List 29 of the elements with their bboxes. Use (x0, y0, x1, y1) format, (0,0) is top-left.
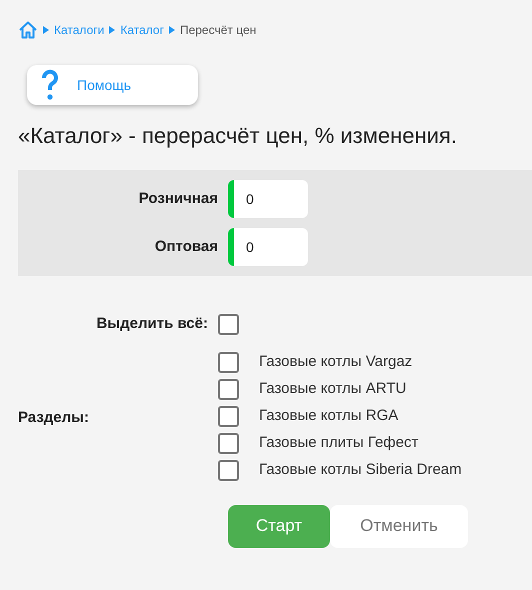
home-icon[interactable] (18, 20, 38, 40)
checkbox[interactable] (218, 378, 239, 400)
section-label: Газовые котлы ARTU (259, 378, 406, 399)
section-label: Газовые плиты Гефест (259, 432, 418, 453)
breadcrumb-link[interactable]: Каталог (120, 21, 164, 39)
section-label: Газовые котлы Vargaz (259, 352, 412, 372)
field-label: Оптовая (154, 236, 218, 257)
triangle-icon (109, 26, 116, 34)
help-button[interactable]: Помощь (27, 65, 198, 105)
start-button[interactable]: Старт (228, 504, 330, 548)
checkbox[interactable] (218, 406, 239, 426)
checkbox[interactable] (218, 460, 239, 480)
sections-label: Разделы: (17, 408, 90, 428)
field-label: Розничная (138, 188, 218, 209)
cancel-button[interactable]: Отменить (330, 504, 468, 548)
checkbox[interactable] (218, 432, 239, 454)
checkbox[interactable] (218, 314, 239, 335)
page-title: «Каталог» - перерасчёт цен, % изменения. (17, 122, 458, 150)
breadcrumb-link[interactable]: Каталоги (54, 21, 104, 39)
section-label: Газовые котлы Siberia Dream (259, 460, 462, 480)
triangle-icon (168, 26, 175, 34)
breadcrumb-current: Пересчёт цен (180, 22, 256, 39)
question-mark-icon (41, 69, 59, 101)
select-all-label: Выделить всё: (95, 314, 209, 334)
checkbox[interactable] (218, 352, 239, 372)
section-label: Газовые котлы RGA (259, 406, 398, 426)
percent-input[interactable]: 0 (228, 228, 308, 266)
percent-input[interactable]: 0 (228, 180, 308, 218)
triangle-icon (43, 26, 49, 34)
